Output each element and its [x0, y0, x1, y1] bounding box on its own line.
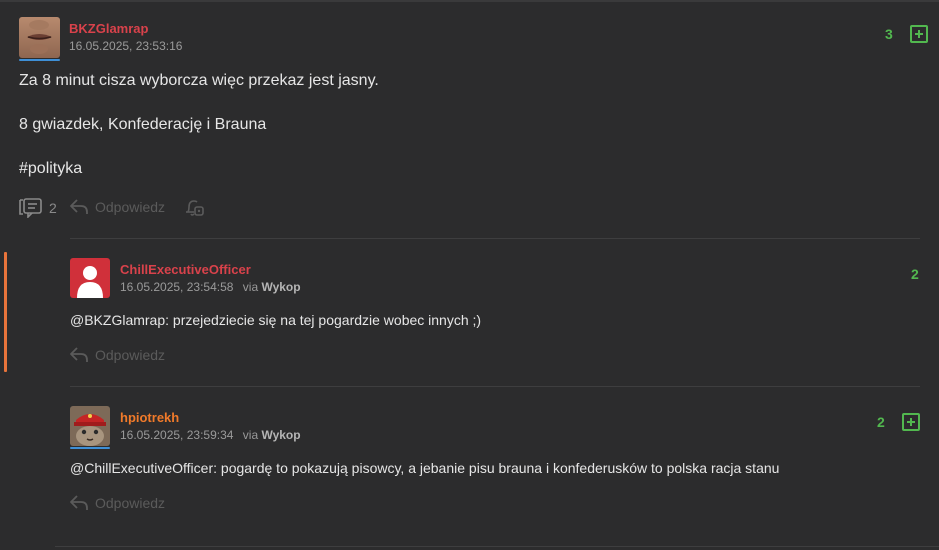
via-app[interactable]: Wykop	[261, 280, 300, 294]
notify-button[interactable]	[183, 197, 205, 219]
comments-icon	[19, 198, 42, 218]
comment-1-reply-button[interactable]: Odpowiedz	[69, 346, 165, 364]
comments-toggle[interactable]: 2	[19, 198, 57, 218]
comment-2-via: via Wykop	[243, 428, 301, 442]
reply-label: Odpowiedz	[95, 199, 166, 215]
comment-2-mention[interactable]: @ChillExecutiveOfficer	[70, 460, 213, 476]
via-prefix: via	[242, 280, 259, 294]
entry-author[interactable]: BKZGlamrap	[69, 21, 148, 36]
reply-icon	[70, 495, 88, 510]
comments-count: 2	[49, 200, 57, 216]
comment-1-via: via Wykop	[243, 280, 301, 294]
comment-1-avatar[interactable]	[70, 258, 110, 298]
bell-icon	[186, 200, 204, 216]
avatar-underline	[19, 59, 60, 61]
bottom-divider	[55, 546, 939, 547]
entry-timestamp: 16.05.2025, 23:53:16	[69, 39, 183, 53]
comment-1-body: : przejedziecie się na tej pogardzie wob…	[165, 312, 482, 328]
entry-page: BKZGlamrap 16.05.2025, 23:53:16 3 Za 8 m…	[0, 0, 939, 550]
entry-line-1: Za 8 minut cisza wyborcza więc przekaz j…	[19, 72, 379, 89]
entry-vote-count: 3	[885, 26, 893, 42]
comment-2-text: @ChillExecutiveOfficer: pogardę to pokaz…	[70, 460, 779, 476]
user-silhouette-icon	[77, 266, 103, 298]
avatar-underline	[70, 447, 110, 449]
reply-label: Odpowiedz	[95, 347, 166, 363]
comment-1-meta: 16.05.2025, 23:54:58 via Wykop	[120, 280, 301, 294]
comment-2-vote-count: 2	[877, 414, 885, 430]
comment-1-mention[interactable]: @BKZGlamrap	[70, 312, 165, 328]
comment-2-timestamp: 16.05.2025, 23:59:34	[120, 428, 234, 442]
comment-2-author[interactable]: hpiotrekh	[120, 410, 179, 425]
via-prefix: via	[242, 428, 259, 442]
comment-1-text: @BKZGlamrap: przejedziecie się na tej po…	[70, 312, 481, 328]
reply-icon	[70, 347, 88, 362]
reply-label: Odpowiedz	[95, 495, 166, 511]
avatar-image	[19, 17, 60, 58]
comment-2-meta: 16.05.2025, 23:59:34 via Wykop	[120, 428, 301, 442]
entry-upvote-button[interactable]	[910, 25, 928, 43]
comment-2-reply-button[interactable]: Odpowiedz	[69, 494, 165, 512]
reply-icon	[70, 199, 88, 214]
comment-1-timestamp: 16.05.2025, 23:54:58	[120, 280, 234, 294]
comment-2-avatar[interactable]	[70, 406, 110, 446]
comment-2-upvote-button[interactable]	[902, 413, 920, 431]
entry-reply-button[interactable]: Odpowiedz	[69, 198, 165, 216]
avatar-image	[70, 406, 110, 446]
entry-hashtag[interactable]: #polityka	[19, 160, 82, 178]
entry-divider	[70, 238, 920, 239]
new-comment-indicator	[4, 252, 7, 372]
comment-1-author[interactable]: ChillExecutiveOfficer	[120, 262, 251, 277]
comment-divider	[70, 386, 920, 387]
entry-avatar[interactable]	[19, 17, 60, 58]
comment-2-body: : pogardę to pokazują pisowcy, a jebanie…	[213, 460, 780, 476]
entry-line-2: 8 gwiazdek, Konfederację i Brauna	[19, 116, 267, 133]
comment-1-vote-count: 2	[911, 266, 919, 282]
entry: BKZGlamrap 16.05.2025, 23:53:16 3 Za 8 m…	[0, 0, 939, 240]
via-app[interactable]: Wykop	[261, 428, 300, 442]
